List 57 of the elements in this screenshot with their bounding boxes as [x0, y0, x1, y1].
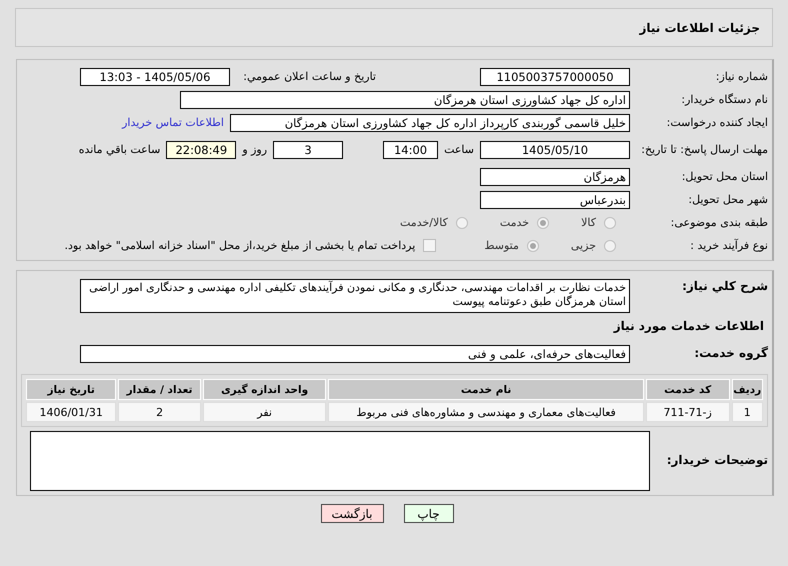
- field-label: شهر محل تحویل:: [687, 192, 768, 207]
- deadline-date-field: 1405/05/10: [480, 140, 630, 158]
- column-header: تاریخ نیاز: [26, 379, 116, 400]
- remaining-time-field: 22:08:49: [166, 140, 236, 158]
- radio-button[interactable]: [456, 216, 468, 228]
- print-button[interactable]: چاپ: [404, 504, 454, 523]
- time-label: ساعت: [444, 143, 474, 156]
- column-header: نام خدمت: [328, 379, 644, 400]
- buyer-notes-textarea[interactable]: [30, 431, 650, 491]
- buyer-org-field: اداره کل جهاد کشاورزی استان هرمزگان: [180, 90, 630, 108]
- radio-label: کالا/خدمت: [400, 216, 448, 229]
- table-cell: ز-71-711: [646, 402, 730, 422]
- days-label: روز و: [242, 143, 268, 156]
- column-header: تعداد / مقدار: [118, 379, 201, 400]
- table-cell: فعالیت‌های معماری و مهندسی و مشاوره‌های فنی مربوط: [328, 402, 644, 422]
- column-header: واحد اندازه گیری: [202, 379, 326, 400]
- radio-button[interactable]: [526, 240, 539, 252]
- field-label: طبقه بندی موضوعی:: [670, 215, 768, 230]
- radio-button[interactable]: [604, 216, 616, 228]
- description-textarea[interactable]: خدمات نظارت بر اقدامات مهندسی، حدنگاری و مکانی نمودن فرآیندهای تکلیفی اداره مهندسی و حدنگاری امور اراضی استان هرمزگان طبق دعوتنامه پیوست: [80, 279, 630, 313]
- table-cell: 1: [732, 402, 763, 422]
- back-button[interactable]: بازگشت: [320, 504, 384, 523]
- field-label: ایجاد کننده درخواست:: [666, 115, 768, 130]
- table-cell: 1406/01/31: [26, 402, 116, 422]
- section-heading: اطلاعات خدمات مورد نیاز: [612, 319, 764, 333]
- field-label: نام دستگاه خریدار:: [680, 92, 768, 107]
- field-label: شرح کلي نیاز:: [681, 279, 768, 294]
- city-field: بندرعباس: [480, 190, 630, 208]
- column-header: کد خدمت: [646, 379, 730, 400]
- radio-label: جزیی: [570, 239, 596, 252]
- table-cell: 2: [118, 402, 201, 422]
- checkbox[interactable]: [423, 239, 436, 252]
- contact-info-link[interactable]: اطلاعات تماس خریدار: [122, 116, 224, 129]
- need-number-field: 1105003757000050: [480, 68, 630, 86]
- field-label: مهلت ارسال پاسخ: تا تاریخ:: [640, 142, 768, 157]
- field-label: استان محل تحویل:: [680, 169, 768, 184]
- radio-label: خدمت: [500, 216, 530, 229]
- province-field: هرمزگان: [480, 168, 630, 186]
- requester-field: خلیل قاسمی گوربندی کارپرداز اداره کل جهاد کشاورزی استان هرمزگان: [230, 114, 630, 132]
- deadline-time-field: 14:00: [383, 140, 438, 158]
- radio-button[interactable]: [604, 240, 616, 252]
- column-header: ردیف: [732, 379, 763, 400]
- field-label: شماره نیاز:: [714, 69, 768, 84]
- field-label: توضیحات خریدار:: [666, 453, 768, 468]
- service-group-field: فعالیت‌های حرفه‌ای، علمی و فنی: [80, 344, 630, 362]
- radio-label: کالا: [581, 216, 596, 229]
- field-label: تاریخ و ساعت اعلان عمومي:: [242, 70, 376, 83]
- page-title: جزئیات اطلاعات نیاز: [639, 20, 760, 34]
- treasury-note: پرداخت تمام یا بخشی از مبلغ خرید،از محل "اسناد خزانه اسلامی" خواهد بود.: [64, 239, 416, 252]
- radio-label: متوسط: [484, 239, 519, 252]
- days-field: 3: [273, 140, 344, 158]
- announce-date-field: 1405/05/06 - 13:03: [80, 68, 230, 86]
- field-label: گروه خدمت:: [693, 346, 768, 361]
- remaining-label: ساعت باقي مانده: [78, 143, 160, 156]
- table-cell: نفر: [202, 402, 326, 422]
- field-label: نوع فرآیند خرید :: [689, 238, 768, 253]
- radio-button[interactable]: [537, 216, 550, 228]
